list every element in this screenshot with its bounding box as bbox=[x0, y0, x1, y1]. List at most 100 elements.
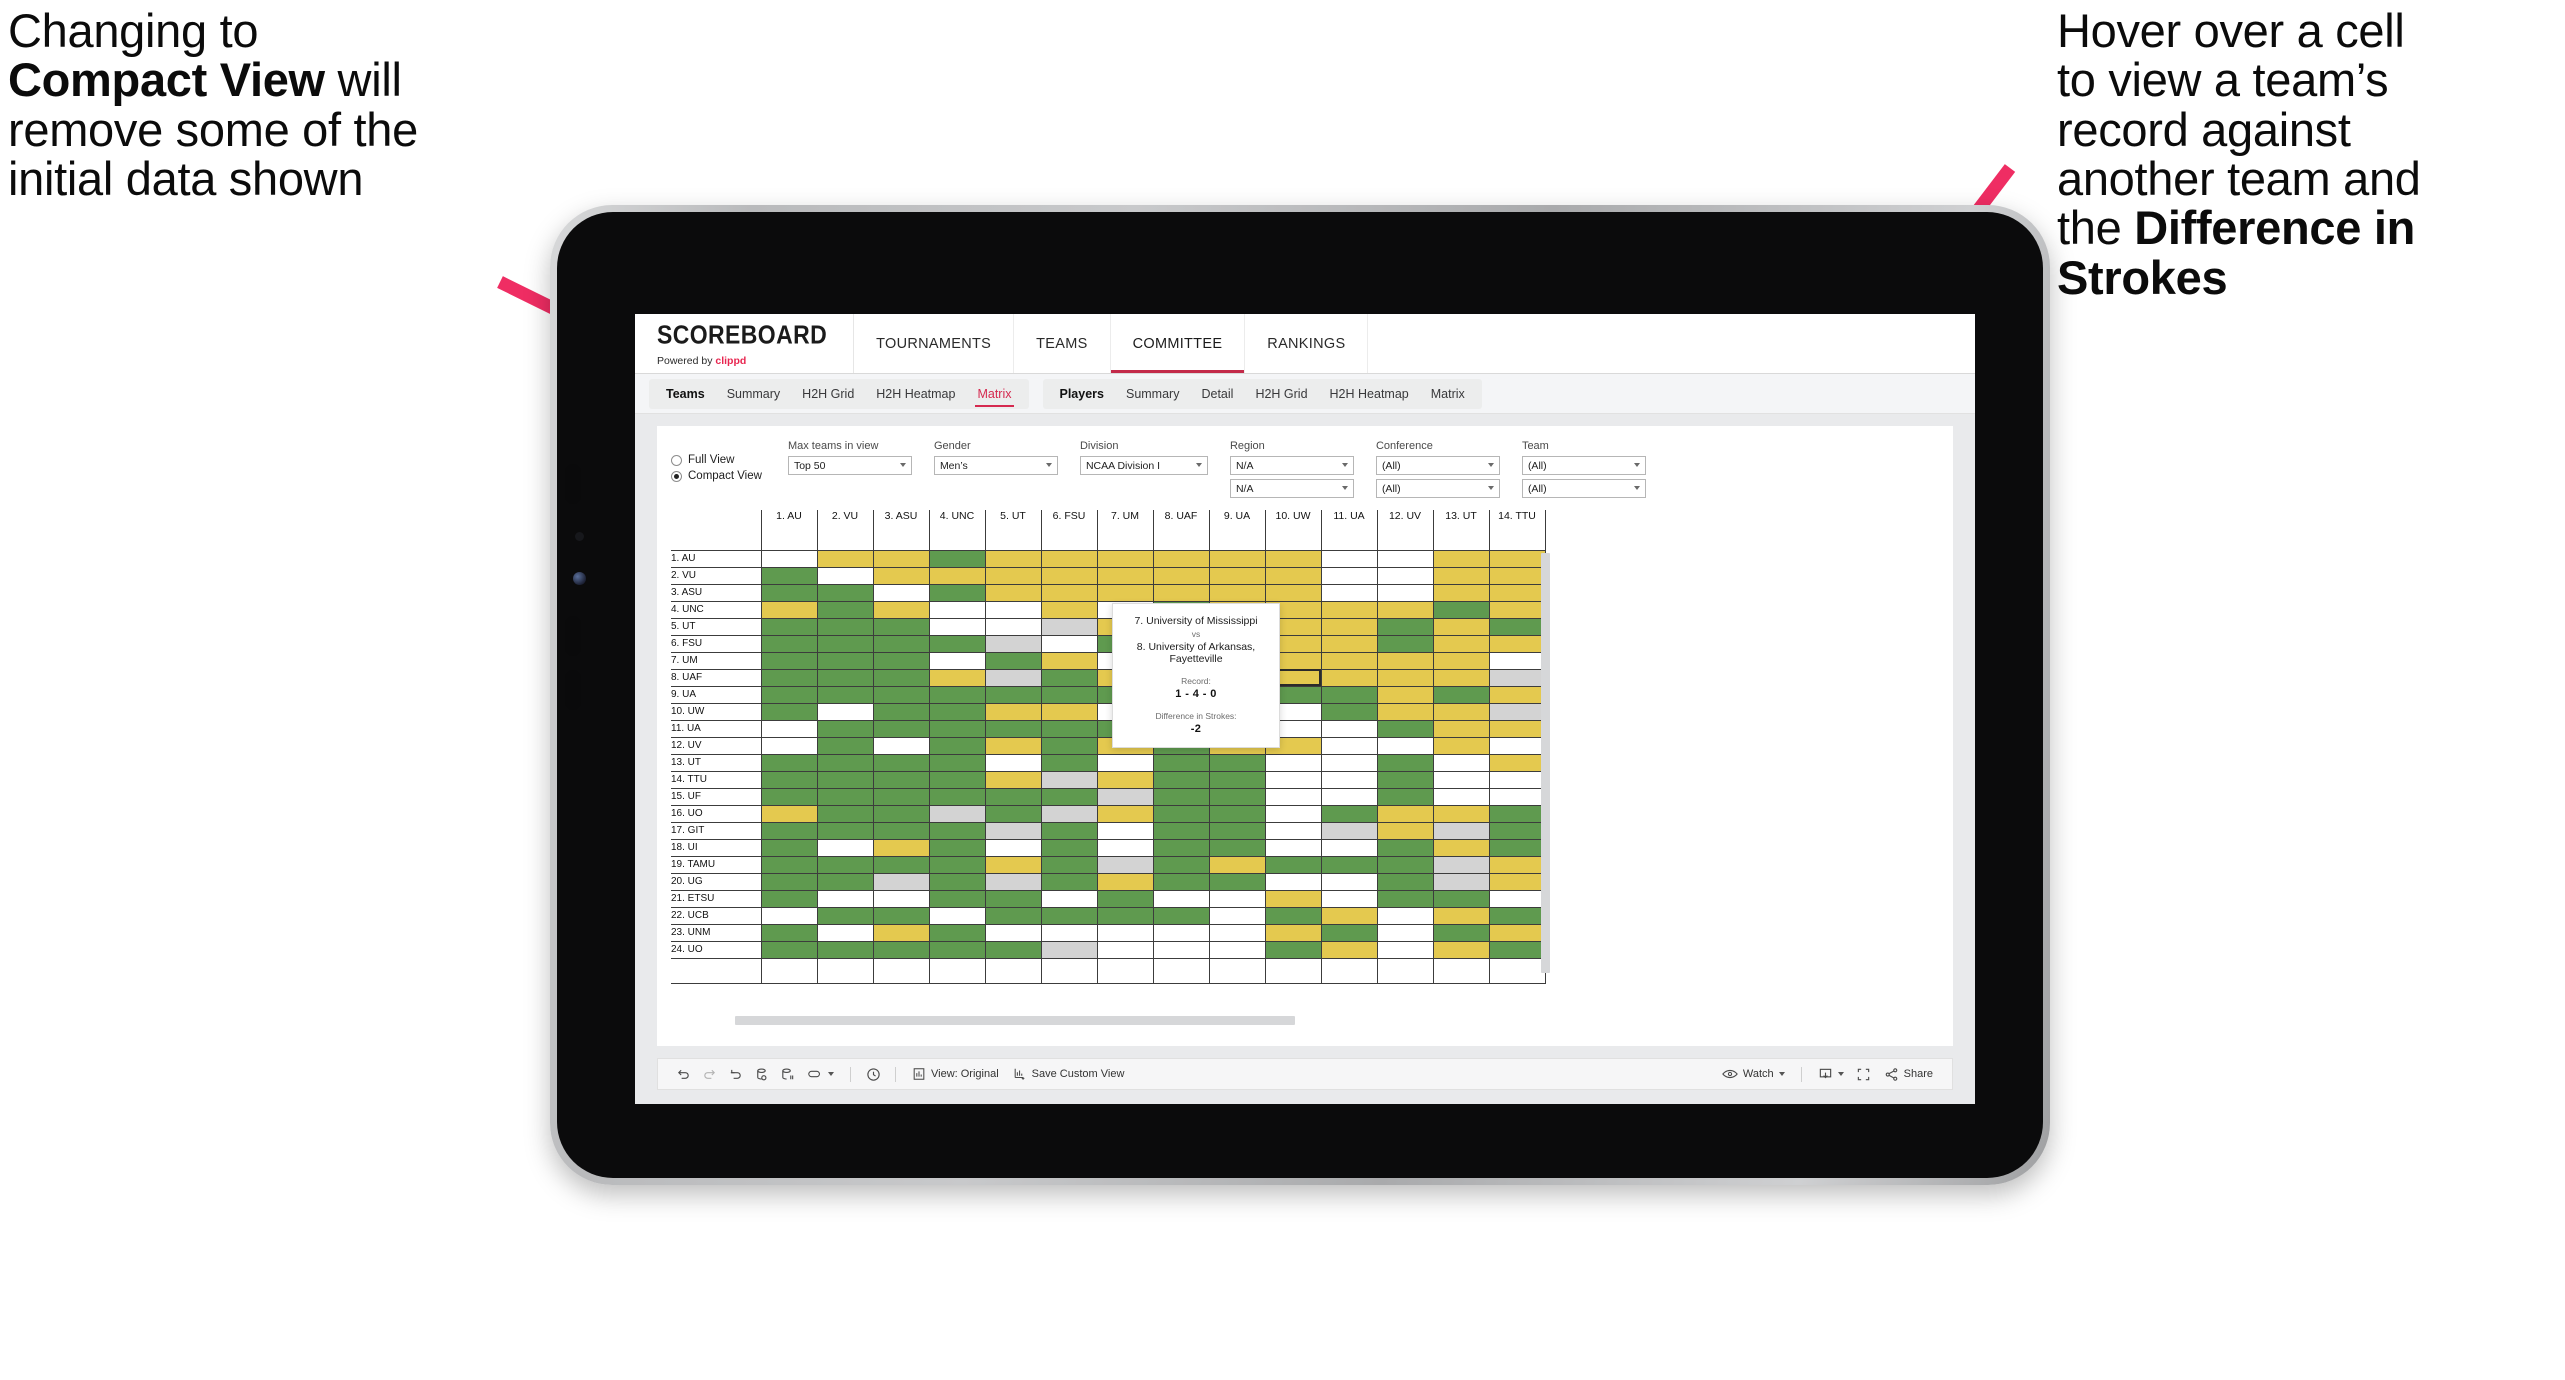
matrix-cell[interactable] bbox=[816, 702, 874, 721]
matrix-cell[interactable] bbox=[1432, 770, 1490, 789]
matrix-cell[interactable] bbox=[1320, 617, 1378, 636]
matrix-cell[interactable] bbox=[1320, 685, 1378, 704]
matrix-cell[interactable] bbox=[1432, 872, 1490, 891]
matrix-cell[interactable] bbox=[984, 583, 1042, 602]
matrix-cell[interactable] bbox=[1096, 889, 1154, 908]
matrix-cell[interactable] bbox=[928, 617, 986, 636]
matrix-cell[interactable] bbox=[928, 940, 986, 959]
matrix-cell[interactable] bbox=[816, 770, 874, 789]
matrix-cell[interactable] bbox=[1152, 787, 1210, 806]
matrix-cell[interactable] bbox=[928, 753, 986, 772]
matrix-cell[interactable] bbox=[760, 753, 818, 772]
matrix-cell[interactable] bbox=[872, 685, 930, 704]
matrix-cell[interactable] bbox=[1208, 753, 1266, 772]
matrix-cell[interactable] bbox=[1320, 923, 1378, 942]
matrix-cell[interactable] bbox=[1432, 855, 1490, 874]
matrix-cell[interactable] bbox=[1040, 855, 1098, 874]
matrix-cell[interactable] bbox=[1320, 549, 1378, 568]
matrix-cell[interactable] bbox=[928, 736, 986, 755]
filter-team-select-1[interactable]: (All) bbox=[1521, 456, 1646, 475]
matrix-cell[interactable] bbox=[816, 940, 874, 959]
matrix-cell[interactable] bbox=[1264, 566, 1322, 585]
matrix-cell[interactable] bbox=[1320, 838, 1378, 857]
matrix-cell[interactable] bbox=[1264, 753, 1322, 772]
matrix-cell[interactable] bbox=[1432, 940, 1490, 959]
matrix-cell[interactable] bbox=[816, 583, 874, 602]
matrix-cell[interactable] bbox=[1488, 940, 1546, 959]
matrix-cell[interactable] bbox=[1208, 566, 1266, 585]
matrix-cell[interactable] bbox=[928, 838, 986, 857]
matrix-cell[interactable] bbox=[1488, 753, 1546, 772]
matrix-cell[interactable] bbox=[1488, 719, 1546, 738]
matrix-cell[interactable] bbox=[760, 668, 818, 687]
matrix-cell[interactable] bbox=[816, 685, 874, 704]
subnav-players-h2h-grid[interactable]: H2H Grid bbox=[1244, 379, 1318, 409]
matrix-cell[interactable] bbox=[760, 736, 818, 755]
matrix-cell[interactable] bbox=[760, 787, 818, 806]
matrix-cell[interactable] bbox=[872, 838, 930, 857]
matrix-cell[interactable] bbox=[984, 668, 1042, 687]
matrix-cell[interactable] bbox=[760, 855, 818, 874]
matrix-cell[interactable] bbox=[1488, 651, 1546, 670]
matrix-cell[interactable] bbox=[1096, 923, 1154, 942]
matrix-cell[interactable] bbox=[872, 668, 930, 687]
matrix-cell[interactable] bbox=[1040, 838, 1098, 857]
matrix-cell[interactable] bbox=[928, 923, 986, 942]
matrix-cell[interactable] bbox=[1096, 855, 1154, 874]
matrix-vertical-scrollbar[interactable] bbox=[1541, 553, 1550, 973]
matrix-cell[interactable] bbox=[872, 804, 930, 823]
matrix-cell[interactable] bbox=[1152, 940, 1210, 959]
subnav-players-summary[interactable]: Summary bbox=[1115, 379, 1190, 409]
nav-tab-tournaments[interactable]: TOURNAMENTS bbox=[854, 314, 1015, 373]
matrix-cell[interactable] bbox=[1488, 549, 1546, 568]
matrix-cell[interactable] bbox=[984, 872, 1042, 891]
matrix-cell[interactable] bbox=[1432, 787, 1490, 806]
matrix-cell[interactable] bbox=[1152, 889, 1210, 908]
matrix-cell[interactable] bbox=[760, 634, 818, 653]
matrix-cell[interactable] bbox=[984, 821, 1042, 840]
matrix-cell[interactable] bbox=[1432, 821, 1490, 840]
matrix-cell[interactable] bbox=[1320, 634, 1378, 653]
matrix-cell[interactable] bbox=[760, 617, 818, 636]
matrix-cell[interactable] bbox=[1096, 821, 1154, 840]
matrix-cell[interactable] bbox=[872, 906, 930, 925]
matrix-cell[interactable] bbox=[1152, 804, 1210, 823]
matrix-cell[interactable] bbox=[1040, 872, 1098, 891]
matrix-cell[interactable] bbox=[1320, 651, 1378, 670]
matrix-cell[interactable] bbox=[816, 821, 874, 840]
matrix-cell[interactable] bbox=[816, 838, 874, 857]
matrix-cell[interactable] bbox=[1432, 583, 1490, 602]
matrix-cell[interactable] bbox=[1264, 549, 1322, 568]
matrix-cell[interactable] bbox=[1040, 566, 1098, 585]
matrix-cell[interactable] bbox=[1040, 634, 1098, 653]
matrix-cell[interactable] bbox=[1096, 804, 1154, 823]
matrix-cell[interactable] bbox=[1264, 872, 1322, 891]
matrix-cell[interactable] bbox=[1432, 906, 1490, 925]
matrix-cell[interactable] bbox=[984, 617, 1042, 636]
clippd-link[interactable]: clippd bbox=[715, 355, 746, 367]
matrix-cell[interactable] bbox=[816, 872, 874, 891]
matrix-cell[interactable] bbox=[1488, 889, 1546, 908]
matrix-cell[interactable] bbox=[1432, 600, 1490, 619]
matrix-cell[interactable] bbox=[872, 736, 930, 755]
matrix-cell[interactable] bbox=[1432, 923, 1490, 942]
matrix-cell[interactable] bbox=[872, 549, 930, 568]
matrix-cell[interactable] bbox=[984, 838, 1042, 857]
matrix-cell[interactable] bbox=[1264, 906, 1322, 925]
matrix-cell[interactable] bbox=[1208, 770, 1266, 789]
matrix-cell[interactable] bbox=[1488, 566, 1546, 585]
matrix-cell[interactable] bbox=[1040, 889, 1098, 908]
matrix-cell[interactable] bbox=[1376, 787, 1434, 806]
matrix-cell[interactable] bbox=[1488, 923, 1546, 942]
matrix-cell[interactable] bbox=[1488, 600, 1546, 619]
matrix-cell[interactable] bbox=[1096, 549, 1154, 568]
matrix-cell[interactable] bbox=[1488, 804, 1546, 823]
matrix-cell[interactable] bbox=[760, 770, 818, 789]
matrix-cell[interactable] bbox=[984, 906, 1042, 925]
matrix-cell[interactable] bbox=[928, 855, 986, 874]
matrix-cell[interactable] bbox=[1376, 702, 1434, 721]
matrix-cell[interactable] bbox=[872, 651, 930, 670]
matrix-cell[interactable] bbox=[1040, 549, 1098, 568]
matrix-cell[interactable] bbox=[1320, 940, 1378, 959]
matrix-cell[interactable] bbox=[928, 906, 986, 925]
